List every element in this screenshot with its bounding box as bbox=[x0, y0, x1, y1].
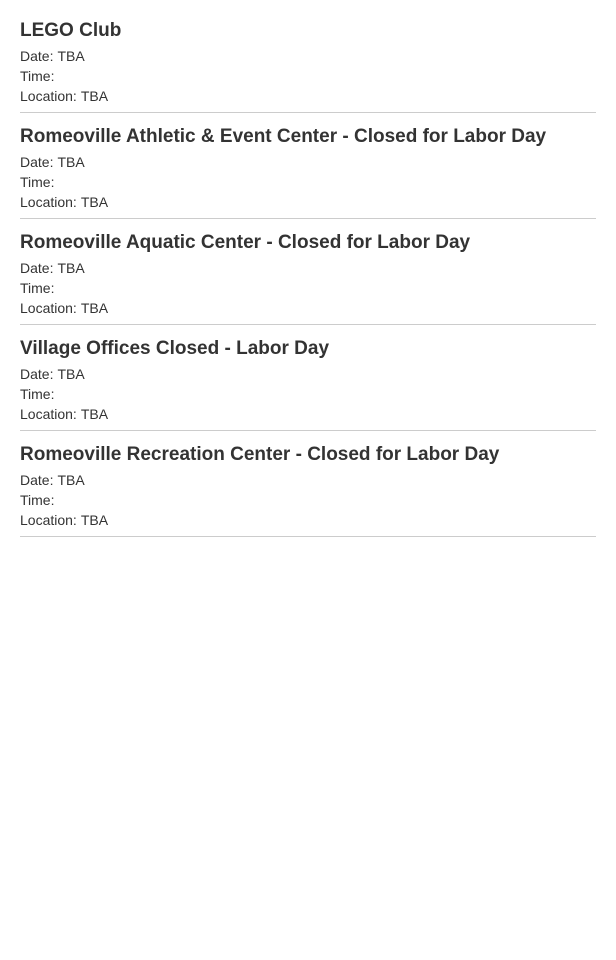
date-label: Date: bbox=[20, 260, 54, 276]
event-item: Romeoville Recreation Center - Closed fo… bbox=[20, 440, 596, 537]
event-location: Location: TBA bbox=[20, 510, 596, 530]
time-label: Time: bbox=[20, 386, 55, 402]
event-item: Village Offices Closed - Labor Day Date:… bbox=[20, 334, 596, 431]
date-value: TBA bbox=[57, 48, 85, 64]
event-location: Location: TBA bbox=[20, 86, 596, 106]
location-value: TBA bbox=[80, 512, 109, 528]
event-title[interactable]: LEGO Club bbox=[20, 16, 596, 45]
time-label: Time: bbox=[20, 492, 55, 508]
location-label: Location: bbox=[20, 194, 77, 210]
event-title[interactable]: Romeoville Recreation Center - Closed fo… bbox=[20, 440, 596, 469]
event-title[interactable]: Village Offices Closed - Labor Day bbox=[20, 334, 596, 363]
date-value: TBA bbox=[57, 366, 85, 382]
location-label: Location: bbox=[20, 88, 77, 104]
event-location: Location: TBA bbox=[20, 298, 596, 318]
event-time: Time: bbox=[20, 278, 596, 298]
event-time: Time: bbox=[20, 66, 596, 86]
event-date: Date: TBA bbox=[20, 46, 596, 66]
event-date: Date: TBA bbox=[20, 470, 596, 490]
time-label: Time: bbox=[20, 280, 55, 296]
event-item: Romeoville Aquatic Center - Closed for L… bbox=[20, 228, 596, 325]
date-label: Date: bbox=[20, 48, 54, 64]
location-label: Location: bbox=[20, 406, 77, 422]
event-location: Location: TBA bbox=[20, 404, 596, 424]
event-title[interactable]: Romeoville Athletic & Event Center - Clo… bbox=[20, 122, 596, 151]
event-date: Date: TBA bbox=[20, 258, 596, 278]
event-title[interactable]: Romeoville Aquatic Center - Closed for L… bbox=[20, 228, 596, 257]
event-item: Romeoville Athletic & Event Center - Clo… bbox=[20, 122, 596, 219]
date-label: Date: bbox=[20, 472, 54, 488]
location-label: Location: bbox=[20, 300, 77, 316]
date-value: TBA bbox=[57, 472, 85, 488]
location-value: TBA bbox=[80, 406, 109, 422]
event-date: Date: TBA bbox=[20, 152, 596, 172]
date-label: Date: bbox=[20, 366, 54, 382]
date-value: TBA bbox=[57, 260, 85, 276]
date-value: TBA bbox=[57, 154, 85, 170]
event-location: Location: TBA bbox=[20, 192, 596, 212]
event-date: Date: TBA bbox=[20, 364, 596, 384]
event-item: LEGO Club Date: TBA Time: Location: TBA bbox=[20, 16, 596, 113]
location-value: TBA bbox=[80, 88, 109, 104]
event-time: Time: bbox=[20, 490, 596, 510]
date-label: Date: bbox=[20, 154, 54, 170]
location-value: TBA bbox=[80, 194, 109, 210]
time-label: Time: bbox=[20, 68, 55, 84]
event-list: LEGO Club Date: TBA Time: Location: TBA Ro… bbox=[0, 0, 616, 537]
event-time: Time: bbox=[20, 384, 596, 404]
location-label: Location: bbox=[20, 512, 77, 528]
time-label: Time: bbox=[20, 174, 55, 190]
event-time: Time: bbox=[20, 172, 596, 192]
location-value: TBA bbox=[80, 300, 109, 316]
